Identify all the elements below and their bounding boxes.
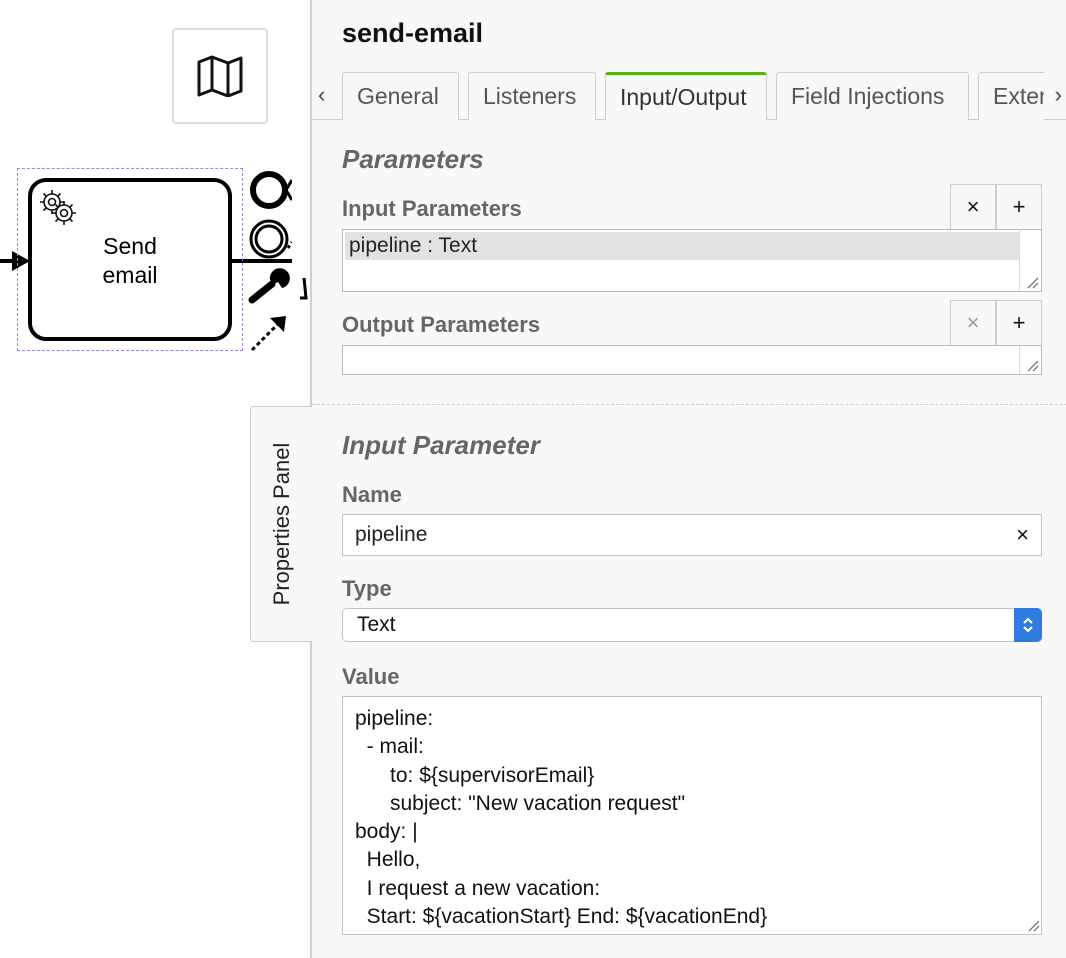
resize-grip-icon[interactable] [1027, 277, 1039, 289]
value-label: Value [342, 664, 400, 689]
add-input-parameter-button[interactable]: + [996, 184, 1042, 230]
type-select[interactable]: Text [342, 608, 1042, 642]
tabs-bar: General Listeners Input/Output Field Inj… [312, 70, 1066, 120]
tab-extensions[interactable]: Extensions [978, 72, 1044, 120]
type-label: Type [342, 576, 392, 601]
input-parameters-label: Input Parameters [342, 196, 522, 221]
properties-panel-toggle-label: Properties Panel [268, 442, 294, 606]
end-event-icon[interactable] [248, 170, 292, 210]
output-parameters-label: Output Parameters [342, 312, 541, 337]
select-arrows-icon [1014, 608, 1042, 642]
remove-input-parameter-button[interactable]: × [950, 184, 996, 230]
input-parameters-list[interactable]: pipeline : Text [342, 229, 1042, 292]
tabs-scroll-left-icon[interactable]: ‹ [318, 82, 325, 108]
properties-panel-toggle[interactable]: Properties Panel [250, 406, 312, 642]
gear-icon [40, 190, 76, 225]
wrench-icon[interactable] [248, 268, 310, 304]
value-textarea[interactable]: pipeline: - mail: to: ${supervisorEmail}… [342, 696, 1042, 935]
intermediate-event-icon[interactable] [248, 218, 292, 260]
type-select-value: Text [357, 613, 396, 636]
connect-arrow-icon[interactable] [248, 312, 290, 354]
tabs-scroll-right-icon[interactable]: › [1055, 82, 1062, 108]
tab-general[interactable]: General [342, 72, 459, 120]
output-parameters-list[interactable] [342, 345, 1042, 375]
minimap-toggle-button[interactable] [172, 28, 268, 124]
map-icon [197, 55, 243, 97]
tab-listeners[interactable]: Listeners [468, 72, 596, 120]
properties-panel: send-email General Listeners Input/Outpu… [310, 0, 1066, 958]
parameters-heading: Parameters [342, 144, 484, 174]
name-input[interactable]: pipeline × [342, 514, 1042, 556]
list-item[interactable]: pipeline : Text [345, 232, 1019, 260]
resize-grip-icon[interactable] [1027, 360, 1039, 372]
add-output-parameter-button[interactable]: + [996, 300, 1042, 346]
remove-output-parameter-button[interactable]: × [950, 300, 996, 346]
name-input-value: pipeline [355, 523, 428, 546]
panel-title: send-email [342, 18, 484, 48]
section-divider [312, 404, 1066, 405]
name-label: Name [342, 482, 402, 507]
task-label: Send email [102, 233, 158, 288]
input-parameter-heading: Input Parameter [342, 430, 540, 460]
service-task-send-email[interactable]: Send email [28, 178, 232, 341]
clear-name-button[interactable]: × [1016, 515, 1029, 555]
tab-input-output[interactable]: Input/Output [605, 72, 767, 120]
resize-grip-icon[interactable] [1028, 920, 1040, 932]
tab-field-injections[interactable]: Field Injections [776, 72, 969, 120]
